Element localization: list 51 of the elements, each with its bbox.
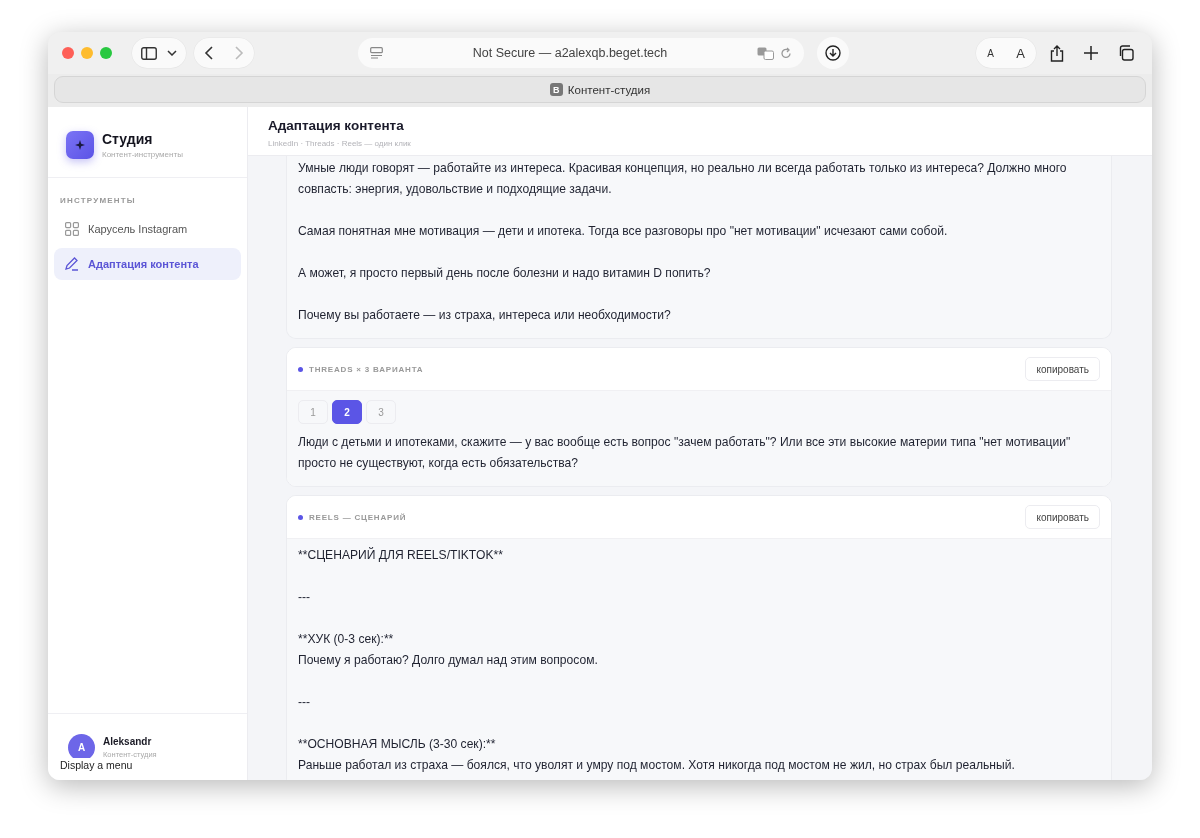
grid-icon [65, 222, 79, 236]
page-menu-icon [370, 47, 383, 59]
text-paragraph: Люди с детьми и ипотеками, скажите — у вас вообще есть вопрос "зачем работать"? Или все эти высокие материи типа "нет мотивации" просто не существуют, когда есть обязательства? [298, 434, 1072, 472]
text-paragraph: Почему я работаю? Долго думал над этим вопросом. [298, 652, 599, 669]
back-icon[interactable] [204, 46, 214, 60]
section-heading: ИНСТРУМЕНТЫ [59, 195, 137, 207]
text-paragraph: **ХУК (0-3 сек):** [298, 631, 395, 648]
text-paragraph: **ОСНОВНАЯ МЫСЛЬ (3-30 сек):** [298, 736, 497, 753]
favicon: B [549, 83, 563, 96]
translate-icon[interactable] [757, 46, 774, 60]
app-subtitle: Контент-инструменты [102, 150, 183, 159]
smaller-text-button[interactable]: A [987, 47, 994, 59]
variant-tab[interactable]: 2 [332, 400, 362, 424]
user-name: Aleksandr [103, 736, 153, 747]
page-subtitle: LinkedIn · Threads · Reels — один клик [268, 139, 412, 148]
text-paragraph: Почему вы работаете — из страха, интереса или необходимости? [298, 307, 672, 324]
text-paragraph: --- [298, 589, 312, 606]
sidebar-icon [141, 46, 157, 60]
copy-button[interactable]: копировать [1025, 505, 1100, 529]
downloads-button[interactable] [817, 37, 849, 69]
larger-text-button[interactable]: A [1016, 45, 1025, 61]
reload-icon[interactable] [780, 46, 792, 60]
download-icon [825, 45, 841, 61]
text-paragraph: --- [298, 694, 312, 711]
card-label: THREADS × 3 ВАРИАНТА [309, 364, 424, 374]
address-bar[interactable]: Not Secure — a2alexqb.beget.tech [358, 38, 804, 68]
app-title: Студия [102, 131, 154, 147]
text-paragraph: Самая понятная мне мотивация — дети и ипотека. Тогда все разговоры про "нет мотивации" исчезают сами собой. [298, 223, 949, 240]
logo-icon [66, 131, 94, 159]
page-title: Адаптация контента [268, 118, 405, 133]
tabs-overview-icon[interactable] [1118, 45, 1134, 61]
tab-title: Контент-студия [567, 83, 651, 96]
status-dot-icon [298, 514, 303, 520]
text-paragraph: А может, я просто первый день после болезни и надо витамин D попить? [298, 265, 712, 282]
text-paragraph: **СЦЕНАРИЙ ДЛЯ REELS/TIKTOK** [298, 546, 504, 564]
text-paragraph: Раньше работал из страха — боялся, что уволят и умру под мостом. Хотя никогда под мостом не жил, но страх был реальный. [298, 757, 1016, 774]
card-label: REELS — СЦЕНАРИЙ [309, 512, 407, 522]
close-window-button[interactable] [62, 47, 74, 59]
pen-icon [65, 257, 79, 271]
sidebar-item[interactable]: Адаптация контента [54, 248, 241, 280]
text-paragraph: Умные люди говорят — работайте из интереса. Красивая концепция, но реально ли всегда работать только из интереса? Должно много совпасть: энергия, удовольствие и подходящие задачи. [298, 160, 1068, 198]
status-dot-icon [298, 366, 303, 372]
sidebar-toggle-button[interactable] [132, 38, 186, 68]
copy-button[interactable]: копировать [1025, 357, 1100, 381]
address-text: Not Secure — a2alexqb.beget.tech [471, 46, 669, 60]
share-icon[interactable] [1050, 44, 1064, 62]
chevron-down-icon [167, 50, 177, 56]
sidebar-item[interactable]: Карусель Instagram [54, 213, 241, 245]
tooltip: Display a menu [58, 758, 135, 772]
plus-icon[interactable] [1084, 46, 1098, 60]
browser-tab[interactable]: B Контент-студия [54, 76, 1146, 103]
